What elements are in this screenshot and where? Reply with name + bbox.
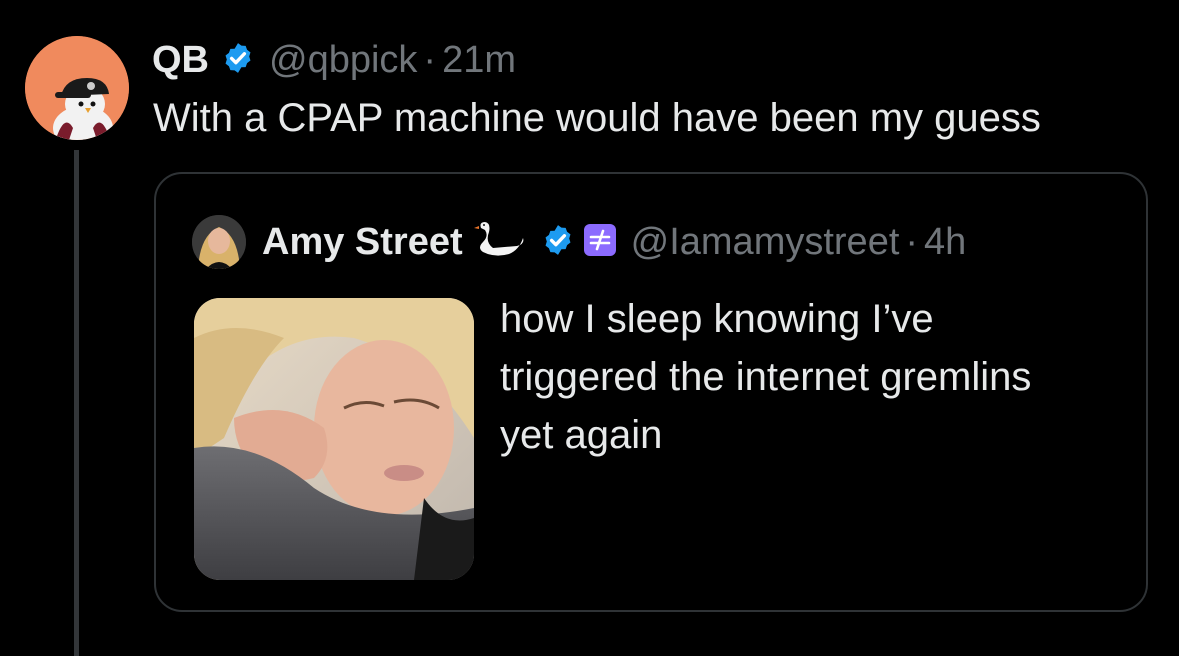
quoted-tweet-image[interactable] <box>194 298 474 580</box>
tweet-text: With a CPAP machine would have been my g… <box>153 96 1041 140</box>
quoted-text-line: yet again <box>500 413 663 457</box>
quoted-text-line: triggered the internet gremlins <box>500 355 1032 399</box>
person-avatar-icon <box>192 215 246 269</box>
separator-dot: · <box>905 220 919 263</box>
quoted-tweet-text: how I sleep knowing I’ve triggered the i… <box>500 290 1120 464</box>
quoted-tweet-header: Amy Street @Iamamystreet · 4h <box>192 212 966 272</box>
tweet-timestamp[interactable]: 21m <box>442 39 516 82</box>
penguin-avatar-icon <box>25 36 129 140</box>
tweet-header: QB @qbpick · 21m <box>152 36 516 84</box>
quoted-author-handle[interactable]: @Iamamystreet <box>631 221 900 264</box>
author-handle[interactable]: @qbpick <box>269 39 417 82</box>
swan-emoji-icon <box>473 220 527 265</box>
quoted-author-avatar[interactable] <box>192 215 246 269</box>
author-display-name[interactable]: QB <box>152 39 209 82</box>
separator-dot: · <box>423 38 437 81</box>
thread-line <box>74 150 79 656</box>
author-avatar[interactable] <box>25 36 129 140</box>
sleeping-woman-photo <box>194 298 474 580</box>
verified-badge-icon[interactable] <box>541 223 575 262</box>
quoted-author-display-name[interactable]: Amy Street <box>262 221 463 264</box>
quoted-text-line: how I sleep knowing I’ve <box>500 297 934 341</box>
quoted-tweet-timestamp[interactable]: 4h <box>924 221 966 264</box>
affiliate-badge-icon[interactable] <box>583 223 617 262</box>
quoted-tweet-card[interactable]: Amy Street @Iamamystreet · 4h how I slee… <box>154 172 1148 612</box>
verified-badge-icon[interactable] <box>221 41 255 80</box>
